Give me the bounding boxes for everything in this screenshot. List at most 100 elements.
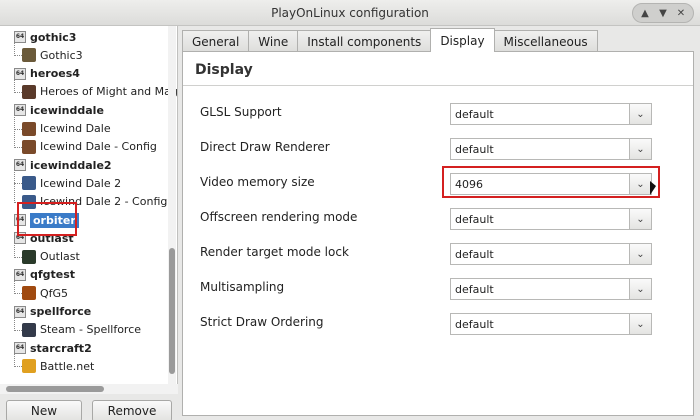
tree-prefix-item[interactable]: 64 icewinddale [14, 101, 104, 119]
title-bar: PlayOnLinux configuration ▲ ▼ ✕ [0, 0, 700, 26]
section-title: Display [195, 62, 253, 78]
tree-connector [14, 366, 22, 368]
orbiter-highlight [17, 202, 77, 236]
prefix-64bit-icon: 64 [14, 342, 26, 355]
sidebar-vertical-scrollbar[interactable] [168, 26, 176, 384]
app-icon [22, 121, 36, 136]
tree-connector [14, 146, 22, 148]
strict-draw-ordering-select[interactable]: default ⌄ [450, 313, 652, 335]
tree-connector [14, 279, 15, 295]
tree-app-item[interactable]: Gothic3 [22, 46, 83, 64]
render-target-mode-lock-select[interactable]: default ⌄ [450, 243, 652, 265]
app-icon [22, 84, 36, 99]
combo-value[interactable]: default [450, 243, 630, 265]
glsl-support-label: GLSL Support [200, 105, 282, 119]
combo-value[interactable]: default [450, 313, 630, 335]
new-button[interactable]: New [6, 400, 82, 420]
tree-item-label: starcraft2 [30, 341, 92, 355]
tree-connector [14, 183, 22, 185]
offscreen-rendering-mode-select[interactable]: default ⌄ [450, 208, 652, 230]
direct-draw-renderer-label: Direct Draw Renderer [200, 140, 330, 154]
app-icon [22, 359, 36, 374]
prefix-64bit-icon: 64 [14, 104, 26, 117]
tab-wine[interactable]: Wine [248, 30, 299, 52]
remove-button[interactable]: Remove [92, 400, 172, 420]
video-memory-size-label: Video memory size [200, 175, 315, 189]
tree-connector [14, 256, 22, 258]
tab-bar: General Wine Install components Display … [182, 28, 598, 52]
tree-connector [14, 329, 22, 331]
divider [183, 85, 693, 86]
combo-value[interactable]: default [450, 103, 630, 125]
tree-connector [14, 293, 22, 295]
multisampling-select[interactable]: default ⌄ [450, 278, 652, 300]
tab-install-components[interactable]: Install components [297, 30, 432, 52]
tree-app-item[interactable]: Battle.net [22, 357, 94, 375]
tree-item-label: qfgtest [30, 268, 76, 282]
scrollbar-thumb[interactable] [169, 248, 175, 374]
strict-draw-ordering-label: Strict Draw Ordering [200, 315, 324, 329]
tree-app-item[interactable]: Icewind Dale [22, 120, 111, 138]
app-icon [22, 249, 36, 264]
sidebar-horizontal-scrollbar[interactable] [0, 384, 178, 394]
maximize-icon[interactable]: ▲ [637, 5, 653, 21]
tree-item-label: icewinddale [30, 103, 104, 117]
window-controls: ▲ ▼ ✕ [632, 3, 694, 23]
tree-item-label: Icewind Dale 2 [40, 176, 122, 190]
restore-icon[interactable]: ▼ [655, 5, 671, 21]
scrollbar-thumb[interactable] [6, 386, 104, 392]
tree-prefix-item[interactable]: 64 starcraft2 [14, 339, 92, 357]
tree-connector [14, 42, 15, 57]
prefix-64bit-icon: 64 [14, 305, 26, 318]
tree-app-item[interactable]: Heroes of Might and Magic [22, 83, 177, 101]
offscreen-rendering-mode-label: Offscreen rendering mode [200, 210, 358, 224]
tree-item-label: icewinddale2 [30, 158, 112, 172]
tree-connector [14, 353, 15, 368]
app-icon [22, 286, 36, 301]
tab-display[interactable]: Display [430, 28, 495, 52]
tree-app-item[interactable]: QfG5 [22, 284, 68, 302]
tree-app-item[interactable]: Icewind Dale 2 [22, 174, 121, 192]
tree-item-label: Outlast [40, 250, 80, 264]
tree-item-label: heroes4 [30, 67, 80, 81]
prefix-64bit-icon: 64 [14, 268, 26, 281]
direct-draw-renderer-select[interactable]: default ⌄ [450, 138, 652, 160]
chevron-down-icon[interactable]: ⌄ [630, 278, 652, 300]
glsl-support-select[interactable]: default ⌄ [450, 103, 652, 125]
chevron-down-icon[interactable]: ⌄ [630, 208, 652, 230]
tree-item-label: spellforce [30, 305, 92, 318]
app-icon [22, 139, 36, 154]
tree-prefix-item[interactable]: 64 gothic3 [14, 28, 76, 46]
app-icon [22, 48, 36, 63]
tree-prefix-item[interactable]: 64 icewinddale2 [14, 156, 112, 174]
tree-item-label: Gothic3 [40, 48, 83, 62]
chevron-down-icon[interactable]: ⌄ [630, 103, 652, 125]
multisampling-label: Multisampling [200, 280, 285, 294]
tree-item-label: Icewind Dale - Config [40, 140, 157, 154]
tree-prefix-item[interactable]: 64 qfgtest [14, 266, 75, 284]
chevron-down-icon[interactable]: ⌄ [630, 138, 652, 160]
tree-prefix-item[interactable]: 64 spellforce [14, 303, 91, 321]
tree-connector [14, 115, 15, 148]
mouse-cursor-icon [650, 181, 656, 195]
video-memory-highlight [442, 166, 660, 198]
combo-value[interactable]: default [450, 208, 630, 230]
tab-miscellaneous[interactable]: Miscellaneous [493, 30, 598, 52]
tree-app-item[interactable]: Icewind Dale - Config [22, 138, 157, 156]
app-icon [22, 176, 36, 191]
combo-value[interactable]: default [450, 278, 630, 300]
tree-prefix-item[interactable]: 64 heroes4 [14, 65, 80, 83]
tree-connector [14, 55, 22, 57]
tab-general[interactable]: General [182, 30, 250, 52]
combo-value[interactable]: default [450, 138, 630, 160]
tree-connector [14, 128, 22, 130]
close-icon[interactable]: ✕ [673, 5, 689, 21]
tree-item-label: Steam - Spellforce [40, 323, 142, 337]
prefix-64bit-icon: 64 [14, 31, 26, 43]
tree-app-item[interactable]: Steam - Spellforce [22, 321, 141, 339]
chevron-down-icon[interactable]: ⌄ [630, 313, 652, 335]
chevron-down-icon[interactable]: ⌄ [630, 243, 652, 265]
render-target-mode-lock-label: Render target mode lock [200, 245, 349, 259]
tree-item-label: QfG5 [40, 286, 69, 300]
tree-app-item[interactable]: Outlast [22, 248, 80, 266]
